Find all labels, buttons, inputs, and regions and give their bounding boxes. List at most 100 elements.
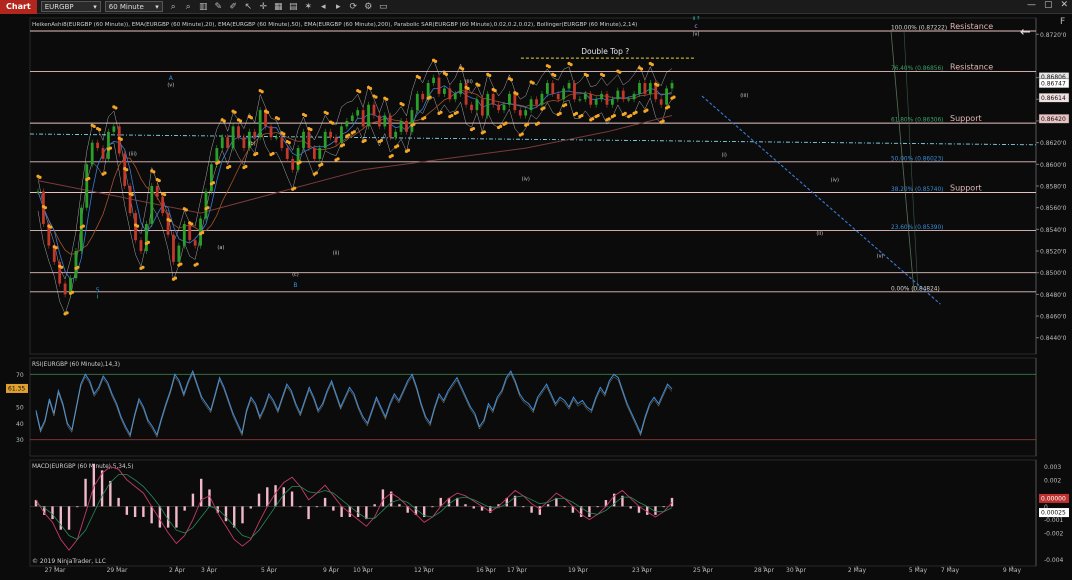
chart-tab[interactable]: Chart [0, 0, 37, 14]
candle-body [562, 88, 566, 100]
y-tick-label: 0.8620'0 [1040, 140, 1067, 147]
candle-body [659, 99, 663, 105]
candle-body [415, 93, 419, 111]
x-tick-label: 7 May [941, 567, 960, 574]
sar-dot [265, 110, 270, 114]
window-icon[interactable]: ▭ [379, 2, 388, 12]
candle-body [486, 93, 490, 116]
wave-label: (v) [167, 82, 174, 88]
sar-dot [238, 119, 243, 123]
sar-dot [352, 130, 356, 134]
minimize-icon[interactable]: — [1027, 0, 1036, 10]
star-icon[interactable]: ✶ [304, 2, 313, 12]
instrument-value: EURGBP [44, 2, 74, 11]
brush-icon[interactable]: ✎ [214, 2, 223, 12]
macd-histogram-bar [646, 506, 649, 515]
macd-histogram-bar [356, 506, 360, 517]
gear-icon[interactable]: ⚙ [364, 2, 373, 12]
candle-body [470, 104, 473, 111]
sar-dot [396, 144, 400, 148]
sar-dot [217, 160, 221, 164]
sar-dot [493, 89, 497, 93]
sar-dot [433, 59, 438, 63]
chart-style-icon[interactable]: ▥ [199, 2, 208, 12]
wave-label: (c) [292, 272, 299, 278]
macd-histogram-bar [398, 504, 401, 507]
zoom-in-icon[interactable]: ⌕ [169, 2, 178, 12]
chart-area[interactable]: HeikenAshi8(EURGBP (60 Minute)), EMA(EUR… [0, 14, 1072, 580]
sar-dot [526, 122, 530, 126]
timeframe-selector[interactable]: 60 Minute ▾ [104, 1, 163, 12]
macd-tick-label: -0.001 [1044, 517, 1064, 524]
instrument-selector[interactable]: EURGBP ▾ [40, 1, 101, 12]
nav-right-icon[interactable]: ▸ [334, 2, 343, 12]
sar-dot [125, 168, 129, 172]
rsi-badge-label: 61.35 [8, 386, 25, 393]
candle-body [166, 213, 170, 235]
sar-dot [309, 128, 313, 132]
candle-body [36, 191, 40, 193]
candle-body [616, 90, 620, 100]
sar-dot [43, 206, 48, 210]
sar-dot [461, 67, 465, 71]
candle-body [497, 104, 500, 111]
macd-histogram-bar [109, 480, 112, 507]
candle-body [90, 142, 94, 165]
sar-dot [368, 86, 373, 91]
macd-histogram-bar [84, 478, 87, 507]
y-tick-label: 0.8500'0 [1040, 270, 1067, 277]
sar-dot [645, 108, 649, 112]
candle-body [578, 99, 582, 101]
candle-body [638, 83, 641, 94]
sar-dot [135, 224, 140, 228]
candle-body [670, 83, 674, 89]
crosshair-icon[interactable]: ✛ [259, 2, 268, 12]
macd-histogram-bar [472, 506, 475, 509]
y-tick-label: 0.8480'0 [1040, 292, 1067, 299]
candle-body [367, 104, 370, 127]
back-arrow-icon[interactable]: ← [1020, 25, 1031, 40]
sar-dot [520, 132, 524, 136]
panel-frame [29, 17, 1037, 355]
candle-body [74, 251, 78, 279]
candle-body [112, 126, 116, 132]
x-tick-label: 25 Apr [693, 567, 713, 574]
sar-dot [553, 73, 557, 78]
sar-dot [596, 113, 600, 118]
sar-dot [547, 65, 551, 69]
sar-dot [374, 95, 378, 99]
grid-icon[interactable]: ▤ [289, 2, 298, 12]
sar-dot [482, 130, 486, 134]
wave-label: A [169, 75, 174, 82]
text-icon[interactable]: ▦ [274, 2, 283, 12]
arrow-icon[interactable]: ↖ [244, 2, 253, 12]
sar-dot [558, 111, 562, 115]
candle-body [275, 137, 278, 139]
fit-button[interactable]: F [1060, 17, 1065, 27]
refresh-icon[interactable]: ⟳ [349, 2, 358, 12]
nav-left-icon[interactable]: ◂ [319, 2, 328, 12]
sar-dot [331, 121, 335, 125]
sar-dot [293, 186, 297, 190]
macd-histogram-bar [522, 506, 525, 508]
sar-dot [200, 231, 205, 235]
sar-dot [76, 265, 80, 269]
candle-body [556, 93, 560, 100]
y-tick-label: 0.8460'0 [1040, 314, 1067, 321]
candle-body [161, 196, 165, 214]
zoom-out-icon[interactable]: ⌕ [184, 2, 193, 12]
maximize-icon[interactable]: ▢ [1044, 0, 1053, 10]
macd-histogram-bar [629, 506, 632, 509]
x-tick-label: 3 Apr [201, 567, 218, 574]
candle-body [600, 93, 603, 100]
candle-body [551, 83, 555, 94]
sar-dot [341, 143, 346, 147]
sar-dot [38, 175, 42, 179]
candle-body [242, 137, 246, 149]
close-icon[interactable]: ✕ [1060, 0, 1068, 10]
sar-dot [65, 311, 69, 315]
pencil-icon[interactable]: ✐ [229, 2, 238, 12]
macd-histogram-bar [249, 506, 252, 509]
candle-body [388, 115, 392, 138]
toolbar: Chart EURGBP ▾ 60 Minute ▾ ⌕ ⌕ ▥ ✎ ✐ ↖ ✛… [0, 0, 1072, 14]
